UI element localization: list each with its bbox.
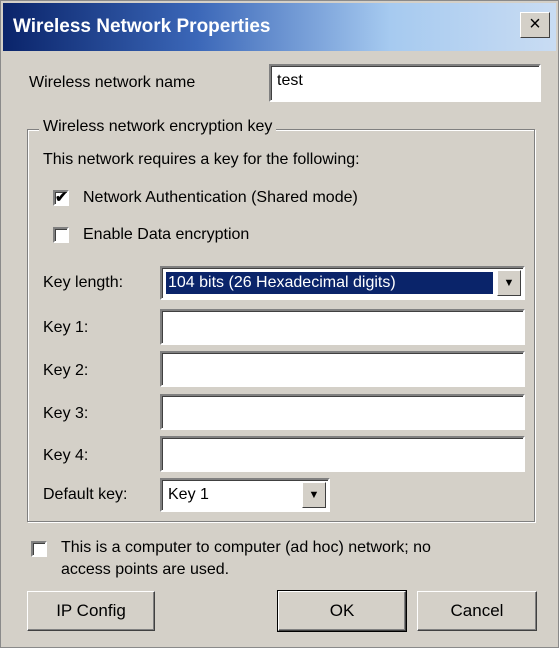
default-key-select[interactable]: Key 1 ▼ <box>160 478 330 512</box>
adhoc-label-line2: access points are used. <box>61 561 230 578</box>
ip-config-button[interactable]: IP Config <box>27 591 155 631</box>
key-length-select[interactable]: 104 bits (26 Hexadecimal digits) ▼ <box>160 266 525 300</box>
key-length-label: Key length: <box>43 274 124 291</box>
data-encryption-label: Enable Data encryption <box>83 226 250 243</box>
close-icon: × <box>529 13 541 35</box>
checkmark-icon: ✔ <box>55 189 68 206</box>
default-key-label: Default key: <box>43 486 128 503</box>
chevron-down-icon[interactable]: ▼ <box>497 270 521 296</box>
key-2-label: Key 2: <box>43 362 89 379</box>
title-bar[interactable]: Wireless Network Properties × <box>3 3 556 51</box>
network-name-label: Wireless network name <box>29 74 196 91</box>
network-auth-label: Network Authentication (Shared mode) <box>83 189 358 206</box>
key-3-input[interactable] <box>160 394 525 430</box>
default-key-value: Key 1 <box>168 486 209 503</box>
close-button[interactable]: × <box>520 12 550 38</box>
data-encryption-checkbox[interactable] <box>53 227 69 243</box>
key-1-input[interactable] <box>160 309 525 345</box>
ok-button[interactable]: OK <box>277 590 407 632</box>
encryption-group-label: Wireless network encryption key <box>39 118 277 136</box>
key-2-input[interactable] <box>160 351 525 387</box>
window-title: Wireless Network Properties <box>13 16 271 37</box>
network-name-input[interactable]: test <box>269 64 541 102</box>
wireless-network-properties-dialog: Wireless Network Properties × Wireless n… <box>0 0 559 648</box>
cancel-button[interactable]: Cancel <box>417 591 537 631</box>
network-name-value: test <box>277 72 303 89</box>
key-3-label: Key 3: <box>43 405 89 422</box>
key-4-label: Key 4: <box>43 447 89 464</box>
key-1-label: Key 1: <box>43 319 89 336</box>
requires-key-text: This network requires a key for the foll… <box>43 151 360 168</box>
chevron-down-icon[interactable]: ▼ <box>302 482 326 508</box>
adhoc-checkbox[interactable] <box>31 541 47 557</box>
key-4-input[interactable] <box>160 436 525 472</box>
key-length-value: 104 bits (26 Hexadecimal digits) <box>166 272 493 294</box>
adhoc-label-line1: This is a computer to computer (ad hoc) … <box>61 539 431 556</box>
network-auth-checkbox[interactable]: ✔ <box>53 190 69 206</box>
